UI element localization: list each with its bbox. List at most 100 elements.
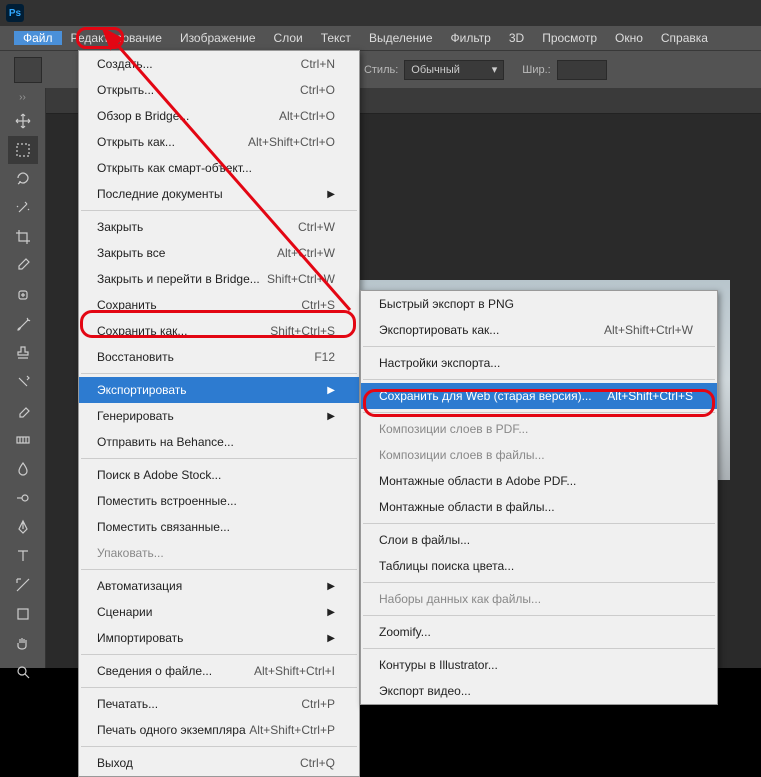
export-item-10[interactable]: Монтажные области в файлы... <box>361 494 717 520</box>
menu-item-просмотр[interactable]: Просмотр <box>533 31 606 45</box>
menu-item-слои[interactable]: Слои <box>265 31 312 45</box>
lasso-tool[interactable] <box>8 165 38 193</box>
file-item-10[interactable]: СохранитьCtrl+S <box>79 292 359 318</box>
menu-item-label: Контуры в Illustrator... <box>379 658 693 672</box>
width-label: Шир.: <box>522 64 550 76</box>
healing-tool[interactable] <box>8 281 38 309</box>
menu-item-изображение[interactable]: Изображение <box>171 31 265 45</box>
magic-wand-tool[interactable] <box>8 194 38 222</box>
export-item-12[interactable]: Слои в файлы... <box>361 527 717 553</box>
marquee-tool[interactable] <box>8 136 38 164</box>
export-item-5[interactable]: Сохранить для Web (старая версия)...Alt+… <box>361 383 717 409</box>
app-logo: Ps <box>6 4 24 22</box>
file-item-16[interactable]: Отправить на Behance... <box>79 429 359 455</box>
history-brush-tool[interactable] <box>8 368 38 396</box>
file-item-23[interactable]: Автоматизация▶ <box>79 573 359 599</box>
file-item-19[interactable]: Поместить встроенные... <box>79 488 359 514</box>
file-item-8[interactable]: Закрыть всеAlt+Ctrl+W <box>79 240 359 266</box>
eyedropper-tool[interactable] <box>8 252 38 280</box>
export-item-7: Композиции слоев в PDF... <box>361 416 717 442</box>
file-item-2[interactable]: Обзор в Bridge...Alt+Ctrl+O <box>79 103 359 129</box>
export-item-13[interactable]: Таблицы поиска цвета... <box>361 553 717 579</box>
file-item-3[interactable]: Открыть как...Alt+Shift+Ctrl+O <box>79 129 359 155</box>
menu-item-label: Автоматизация <box>97 579 327 593</box>
menu-separator <box>363 615 715 616</box>
path-tool[interactable] <box>8 571 38 599</box>
file-item-15[interactable]: Генерировать▶ <box>79 403 359 429</box>
menu-separator <box>363 582 715 583</box>
eraser-tool[interactable] <box>8 397 38 425</box>
stamp-tool[interactable] <box>8 339 38 367</box>
menu-item-label: Поместить связанные... <box>97 520 335 534</box>
export-item-19[interactable]: Контуры в Illustrator... <box>361 652 717 678</box>
menu-item-редактирование[interactable]: Редактирование <box>62 31 171 45</box>
gradient-tool[interactable] <box>8 426 38 454</box>
tool-preset-thumb[interactable] <box>14 57 42 83</box>
file-item-14[interactable]: Экспортировать▶ <box>79 377 359 403</box>
export-item-17[interactable]: Zoomify... <box>361 619 717 645</box>
menu-item-окно[interactable]: Окно <box>606 31 652 45</box>
width-input[interactable] <box>557 60 607 80</box>
toolbox-handle[interactable]: ›› <box>0 88 45 106</box>
menu-shortcut: Alt+Shift+Ctrl+O <box>248 135 335 149</box>
move-tool[interactable] <box>8 107 38 135</box>
menu-shortcut: Alt+Ctrl+W <box>277 246 335 260</box>
file-item-27[interactable]: Сведения о файле...Alt+Shift+Ctrl+I <box>79 658 359 684</box>
chevron-down-icon: ▾ <box>492 63 498 76</box>
style-select[interactable]: Обычный ▾ <box>404 60 504 80</box>
menu-item-label: Таблицы поиска цвета... <box>379 559 693 573</box>
menu-item-текст[interactable]: Текст <box>312 31 360 45</box>
menu-item-label: Наборы данных как файлы... <box>379 592 693 606</box>
menu-separator <box>363 346 715 347</box>
file-item-20[interactable]: Поместить связанные... <box>79 514 359 540</box>
file-item-18[interactable]: Поиск в Adobe Stock... <box>79 462 359 488</box>
export-item-3[interactable]: Настройки экспорта... <box>361 350 717 376</box>
export-item-1[interactable]: Экспортировать как...Alt+Shift+Ctrl+W <box>361 317 717 343</box>
brush-tool[interactable] <box>8 310 38 338</box>
menu-bar: ФайлРедактированиеИзображениеСлоиТекстВы… <box>0 26 761 50</box>
zoom-tool[interactable] <box>8 658 38 686</box>
menu-item-справка[interactable]: Справка <box>652 31 717 45</box>
file-item-32[interactable]: ВыходCtrl+Q <box>79 750 359 776</box>
menu-separator <box>81 746 357 747</box>
type-tool[interactable] <box>8 542 38 570</box>
file-item-11[interactable]: Сохранить как...Shift+Ctrl+S <box>79 318 359 344</box>
menu-item-label: Открыть как... <box>97 135 248 149</box>
blur-tool[interactable] <box>8 455 38 483</box>
dodge-tool[interactable] <box>8 484 38 512</box>
menu-item-файл[interactable]: Файл <box>14 31 62 45</box>
menu-item-3d[interactable]: 3D <box>500 31 533 45</box>
menu-item-label: Слои в файлы... <box>379 533 693 547</box>
file-item-12[interactable]: ВосстановитьF12 <box>79 344 359 370</box>
file-item-4[interactable]: Открыть как смарт-объект... <box>79 155 359 181</box>
menu-item-выделение[interactable]: Выделение <box>360 31 442 45</box>
menu-shortcut: Alt+Ctrl+O <box>279 109 335 123</box>
crop-tool[interactable] <box>8 223 38 251</box>
menu-item-label: Композиции слоев в файлы... <box>379 448 693 462</box>
menu-shortcut: Ctrl+N <box>301 57 335 71</box>
menu-separator <box>363 412 715 413</box>
menu-shortcut: F12 <box>314 350 335 364</box>
file-item-0[interactable]: Создать...Ctrl+N <box>79 51 359 77</box>
menu-item-label: Экспортировать <box>97 383 327 397</box>
pen-tool[interactable] <box>8 513 38 541</box>
submenu-arrow-icon: ▶ <box>327 607 335 618</box>
file-item-5[interactable]: Последние документы▶ <box>79 181 359 207</box>
shape-tool[interactable] <box>8 600 38 628</box>
file-item-24[interactable]: Сценарии▶ <box>79 599 359 625</box>
menu-shortcut: Ctrl+W <box>298 220 335 234</box>
file-item-9[interactable]: Закрыть и перейти в Bridge...Shift+Ctrl+… <box>79 266 359 292</box>
menu-item-фильтр[interactable]: Фильтр <box>442 31 500 45</box>
export-item-20[interactable]: Экспорт видео... <box>361 678 717 704</box>
file-item-29[interactable]: Печатать...Ctrl+P <box>79 691 359 717</box>
file-item-1[interactable]: Открыть...Ctrl+O <box>79 77 359 103</box>
export-item-0[interactable]: Быстрый экспорт в PNG <box>361 291 717 317</box>
file-item-7[interactable]: ЗакрытьCtrl+W <box>79 214 359 240</box>
hand-tool[interactable] <box>8 629 38 657</box>
file-item-30[interactable]: Печать одного экземпляраAlt+Shift+Ctrl+P <box>79 717 359 743</box>
file-item-25[interactable]: Импортировать▶ <box>79 625 359 651</box>
menu-shortcut: Alt+Shift+Ctrl+S <box>607 389 693 403</box>
menu-shortcut: Ctrl+O <box>300 83 335 97</box>
export-item-9[interactable]: Монтажные области в Adobe PDF... <box>361 468 717 494</box>
menu-separator <box>81 210 357 211</box>
